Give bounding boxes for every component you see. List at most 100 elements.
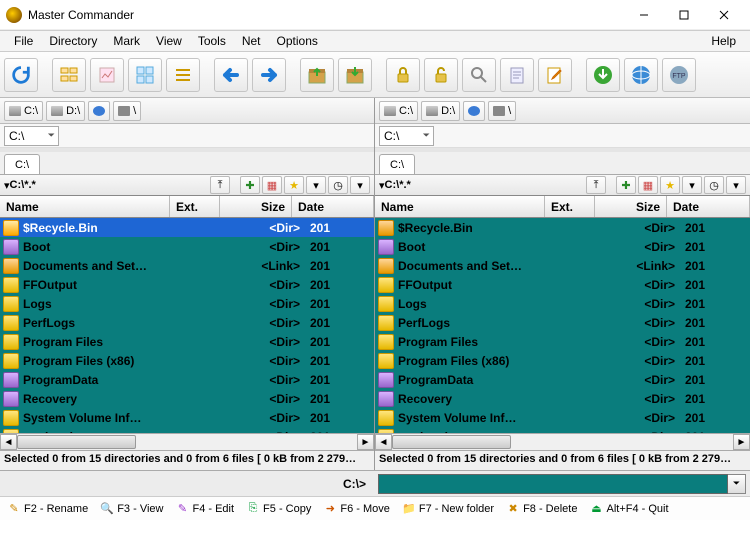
minimize-button[interactable] bbox=[624, 1, 664, 29]
scroll-thumb[interactable] bbox=[392, 435, 511, 449]
go-root-icon[interactable]: ⤒ bbox=[586, 176, 606, 194]
menu-net[interactable]: Net bbox=[234, 32, 269, 50]
chevron-down-icon[interactable]: ▾ bbox=[682, 176, 702, 194]
chevron-down-icon[interactable]: ▾ bbox=[350, 176, 370, 194]
notepad-icon[interactable] bbox=[500, 58, 534, 92]
fnkey-button[interactable]: ➜F6 - Move bbox=[318, 500, 395, 518]
history-icon[interactable]: ◷ bbox=[704, 176, 724, 194]
scroll-right-icon[interactable]: ► bbox=[733, 434, 750, 450]
file-row[interactable]: Program Files<Dir>201 bbox=[375, 332, 750, 351]
menu-directory[interactable]: Directory bbox=[41, 32, 105, 50]
column-name[interactable]: Name bbox=[0, 196, 170, 217]
new-folder-icon[interactable]: ✚ bbox=[616, 176, 636, 194]
fnkey-button[interactable]: ⎘F5 - Copy bbox=[241, 500, 316, 518]
command-input[interactable] bbox=[378, 474, 728, 494]
favorites-icon[interactable]: ★ bbox=[660, 176, 680, 194]
command-history-dropdown[interactable]: ⏷ bbox=[728, 474, 746, 494]
file-row[interactable]: Program Files (x86)<Dir>201 bbox=[375, 351, 750, 370]
file-list[interactable]: $Recycle.Bin<Dir>201Boot<Dir>201Document… bbox=[375, 218, 750, 450]
view-thumb2-icon[interactable] bbox=[128, 58, 162, 92]
file-row[interactable]: PerfLogs<Dir>201 bbox=[0, 313, 374, 332]
pack-icon[interactable] bbox=[300, 58, 334, 92]
unpack-icon[interactable] bbox=[338, 58, 372, 92]
file-row[interactable]: PerfLogs<Dir>201 bbox=[375, 313, 750, 332]
edit-icon[interactable] bbox=[538, 58, 572, 92]
drive-button[interactable] bbox=[463, 101, 485, 121]
file-row[interactable]: $Recycle.Bin<Dir>201 bbox=[0, 218, 374, 237]
drive-combo[interactable]: C:\ bbox=[379, 126, 434, 146]
file-row[interactable]: System Volume Inf…<Dir>201 bbox=[375, 408, 750, 427]
file-row[interactable]: Documents and Set…<Link>201 bbox=[375, 256, 750, 275]
folder-tab[interactable]: C:\ bbox=[379, 154, 415, 174]
lock-icon[interactable] bbox=[386, 58, 420, 92]
file-row[interactable]: ProgramData<Dir>201 bbox=[0, 370, 374, 389]
drive-combo[interactable]: C:\ bbox=[4, 126, 59, 146]
column-date[interactable]: Date bbox=[292, 196, 374, 217]
file-row[interactable]: ProgramData<Dir>201 bbox=[375, 370, 750, 389]
path-filter-label[interactable]: C:\*.* bbox=[4, 179, 208, 192]
scroll-thumb[interactable] bbox=[17, 435, 136, 449]
view-thumb1-icon[interactable] bbox=[90, 58, 124, 92]
column-date[interactable]: Date bbox=[667, 196, 750, 217]
column-size[interactable]: Size bbox=[595, 196, 667, 217]
view-list-icon[interactable] bbox=[166, 58, 200, 92]
file-row[interactable]: Logs<Dir>201 bbox=[0, 294, 374, 313]
file-row[interactable]: Recovery<Dir>201 bbox=[375, 389, 750, 408]
fnkey-button[interactable]: ✎F4 - Edit bbox=[170, 500, 239, 518]
path-filter-label[interactable]: C:\*.* bbox=[379, 179, 584, 192]
menu-options[interactable]: Options bbox=[269, 32, 326, 50]
horizontal-scrollbar[interactable]: ◄► bbox=[0, 433, 374, 450]
folder-tab[interactable]: C:\ bbox=[4, 154, 40, 174]
drive-button[interactable]: C:\ bbox=[379, 101, 418, 121]
chevron-down-icon[interactable]: ▾ bbox=[726, 176, 746, 194]
new-folder-icon[interactable]: ✚ bbox=[240, 176, 260, 194]
calendar-icon[interactable]: ▦ bbox=[638, 176, 658, 194]
network-icon[interactable] bbox=[624, 58, 658, 92]
file-row[interactable]: FFOutput<Dir>201 bbox=[0, 275, 374, 294]
menu-tools[interactable]: Tools bbox=[190, 32, 234, 50]
file-row[interactable]: Program Files<Dir>201 bbox=[0, 332, 374, 351]
scroll-left-icon[interactable]: ◄ bbox=[375, 434, 392, 450]
download-icon[interactable] bbox=[586, 58, 620, 92]
column-size[interactable]: Size bbox=[220, 196, 292, 217]
menu-mark[interactable]: Mark bbox=[105, 32, 148, 50]
forward-icon[interactable] bbox=[252, 58, 286, 92]
drive-button[interactable]: C:\ bbox=[4, 101, 43, 121]
file-row[interactable]: Documents and Set…<Link>201 bbox=[0, 256, 374, 275]
drive-button[interactable] bbox=[88, 101, 110, 121]
menu-file[interactable]: File bbox=[6, 32, 41, 50]
column-ext[interactable]: Ext. bbox=[170, 196, 220, 217]
drive-button[interactable]: \ bbox=[488, 101, 516, 121]
file-row[interactable]: Boot<Dir>201 bbox=[375, 237, 750, 256]
close-button[interactable] bbox=[704, 1, 744, 29]
menu-view[interactable]: View bbox=[148, 32, 190, 50]
ftp-icon[interactable]: FTP bbox=[662, 58, 696, 92]
scroll-left-icon[interactable]: ◄ bbox=[0, 434, 17, 450]
file-row[interactable]: $Recycle.Bin<Dir>201 bbox=[375, 218, 750, 237]
fnkey-button[interactable]: ✎F2 - Rename bbox=[2, 500, 93, 518]
file-row[interactable]: Logs<Dir>201 bbox=[375, 294, 750, 313]
file-row[interactable]: Recovery<Dir>201 bbox=[0, 389, 374, 408]
drive-button[interactable]: \ bbox=[113, 101, 141, 121]
unlock-icon[interactable] bbox=[424, 58, 458, 92]
scroll-right-icon[interactable]: ► bbox=[357, 434, 374, 450]
column-name[interactable]: Name bbox=[375, 196, 545, 217]
view-brief-icon[interactable] bbox=[52, 58, 86, 92]
file-row[interactable]: Boot<Dir>201 bbox=[0, 237, 374, 256]
calendar-icon[interactable]: ▦ bbox=[262, 176, 282, 194]
file-list[interactable]: $Recycle.Bin<Dir>201Boot<Dir>201Document… bbox=[0, 218, 374, 450]
horizontal-scrollbar[interactable]: ◄► bbox=[375, 433, 750, 450]
favorites-icon[interactable]: ★ bbox=[284, 176, 304, 194]
file-row[interactable]: Program Files (x86)<Dir>201 bbox=[0, 351, 374, 370]
history-icon[interactable]: ◷ bbox=[328, 176, 348, 194]
fnkey-button[interactable]: 📁F7 - New folder bbox=[397, 500, 499, 518]
chevron-down-icon[interactable]: ▾ bbox=[306, 176, 326, 194]
drive-button[interactable]: D:\ bbox=[421, 101, 460, 121]
fnkey-button[interactable]: ✖F8 - Delete bbox=[501, 500, 582, 518]
file-row[interactable]: System Volume Inf…<Dir>201 bbox=[0, 408, 374, 427]
menu-help[interactable]: Help bbox=[703, 32, 744, 50]
maximize-button[interactable] bbox=[664, 1, 704, 29]
refresh-icon[interactable] bbox=[4, 58, 38, 92]
drive-button[interactable]: D:\ bbox=[46, 101, 85, 121]
search-icon[interactable] bbox=[462, 58, 496, 92]
